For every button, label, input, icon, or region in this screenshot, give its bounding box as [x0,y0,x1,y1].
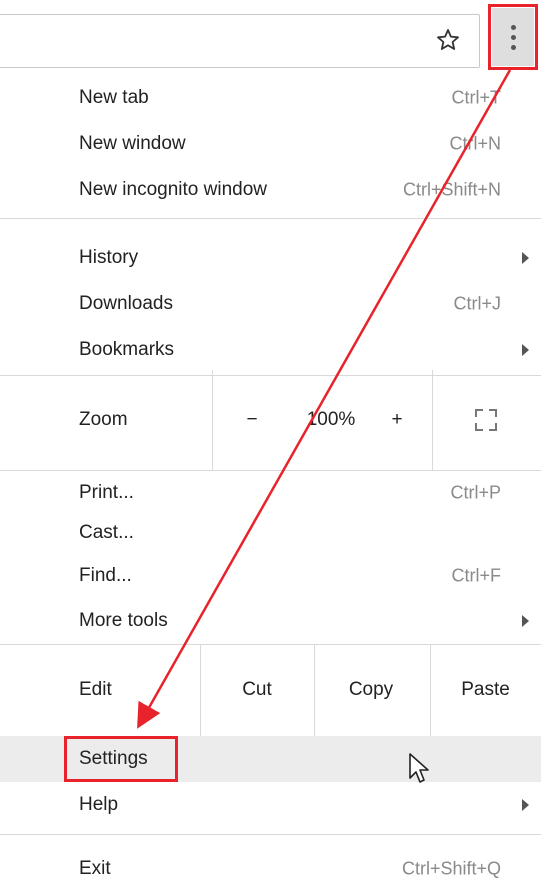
menu-item-label: New window [79,133,186,154]
menu-item-shortcut: Ctrl+J [453,293,501,314]
menu-item-help[interactable]: Help [0,782,541,828]
paste-button[interactable]: Paste [430,644,541,736]
menu-item-new-incognito-window[interactable]: New incognito window Ctrl+Shift+N [0,167,541,213]
fullscreen-button[interactable] [434,370,538,470]
submenu-arrow-icon [522,344,529,356]
menu-item-new-window[interactable]: New window Ctrl+N [0,121,541,167]
menu-item-shortcut: Ctrl+T [451,87,502,108]
chrome-menu-button[interactable] [492,8,534,66]
menu-item-label: History [79,247,139,268]
menu-item-history[interactable]: History [0,235,541,281]
star-icon [437,29,459,50]
browser-window: New tab Ctrl+T New window Ctrl+N New inc… [0,0,541,892]
zoom-out-label: − [246,409,258,430]
menu-item-shortcut: Ctrl+F [451,565,502,586]
three-dots-icon [510,24,516,50]
menu-item-downloads[interactable]: Downloads Ctrl+J [0,281,541,327]
menu-item-label: Downloads [79,293,173,314]
menu-item-shortcut: Ctrl+N [449,133,501,154]
cut-button[interactable]: Cut [200,644,314,736]
mouse-cursor-icon [409,753,429,783]
menu-item-settings[interactable]: Settings [0,736,541,782]
menu-item-exit[interactable]: Exit Ctrl+Shift+Q [0,846,541,892]
menu-item-label: Find... [79,565,132,586]
menu-item-new-tab[interactable]: New tab Ctrl+T [0,75,541,121]
menu-item-label: Print... [79,482,134,503]
menu-item-label: Cast... [79,522,134,543]
zoom-row: Zoom − 100% + [0,370,541,470]
zoom-divider [212,370,213,470]
menu-item-label: New tab [79,87,149,108]
edit-label: Edit [79,679,112,700]
menu-item-more-tools[interactable]: More tools [0,598,541,644]
browser-toolbar [0,0,541,75]
zoom-level: 100% [286,370,376,470]
menu-separator [0,834,541,835]
paste-label: Paste [461,679,510,700]
copy-label: Copy [348,679,394,700]
submenu-arrow-icon [522,615,529,627]
menu-item-label: Settings [79,748,148,769]
submenu-arrow-icon [522,252,529,264]
menu-item-find[interactable]: Find... Ctrl+F [0,553,541,599]
cut-label: Cut [242,679,272,700]
zoom-in-label: + [391,409,403,430]
menu-item-label: New incognito window [79,179,267,200]
menu-item-label: Bookmarks [79,339,175,360]
menu-item-label: More tools [79,610,168,631]
fullscreen-icon [475,409,497,431]
bookmark-star-button[interactable] [428,24,468,56]
zoom-level-value: 100% [306,409,356,430]
copy-button[interactable]: Copy [314,644,428,736]
menu-item-shortcut: Ctrl+Shift+Q [401,858,501,879]
menu-item-label: Help [79,794,119,815]
zoom-divider [432,370,433,470]
submenu-arrow-icon [522,799,529,811]
zoom-out-button[interactable]: − [222,370,282,470]
menu-item-bookmarks[interactable]: Bookmarks [0,327,541,373]
zoom-label: Zoom [79,409,128,430]
menu-item-cast[interactable]: Cast... [0,510,541,556]
menu-separator [0,218,541,219]
menu-item-shortcut: Ctrl+P [450,482,501,503]
menu-item-shortcut: Ctrl+Shift+N [402,179,501,200]
edit-row: Edit Cut Copy Paste [0,644,541,736]
address-bar[interactable] [0,14,480,68]
zoom-in-button[interactable]: + [374,370,420,470]
menu-item-label: Exit [79,858,111,879]
